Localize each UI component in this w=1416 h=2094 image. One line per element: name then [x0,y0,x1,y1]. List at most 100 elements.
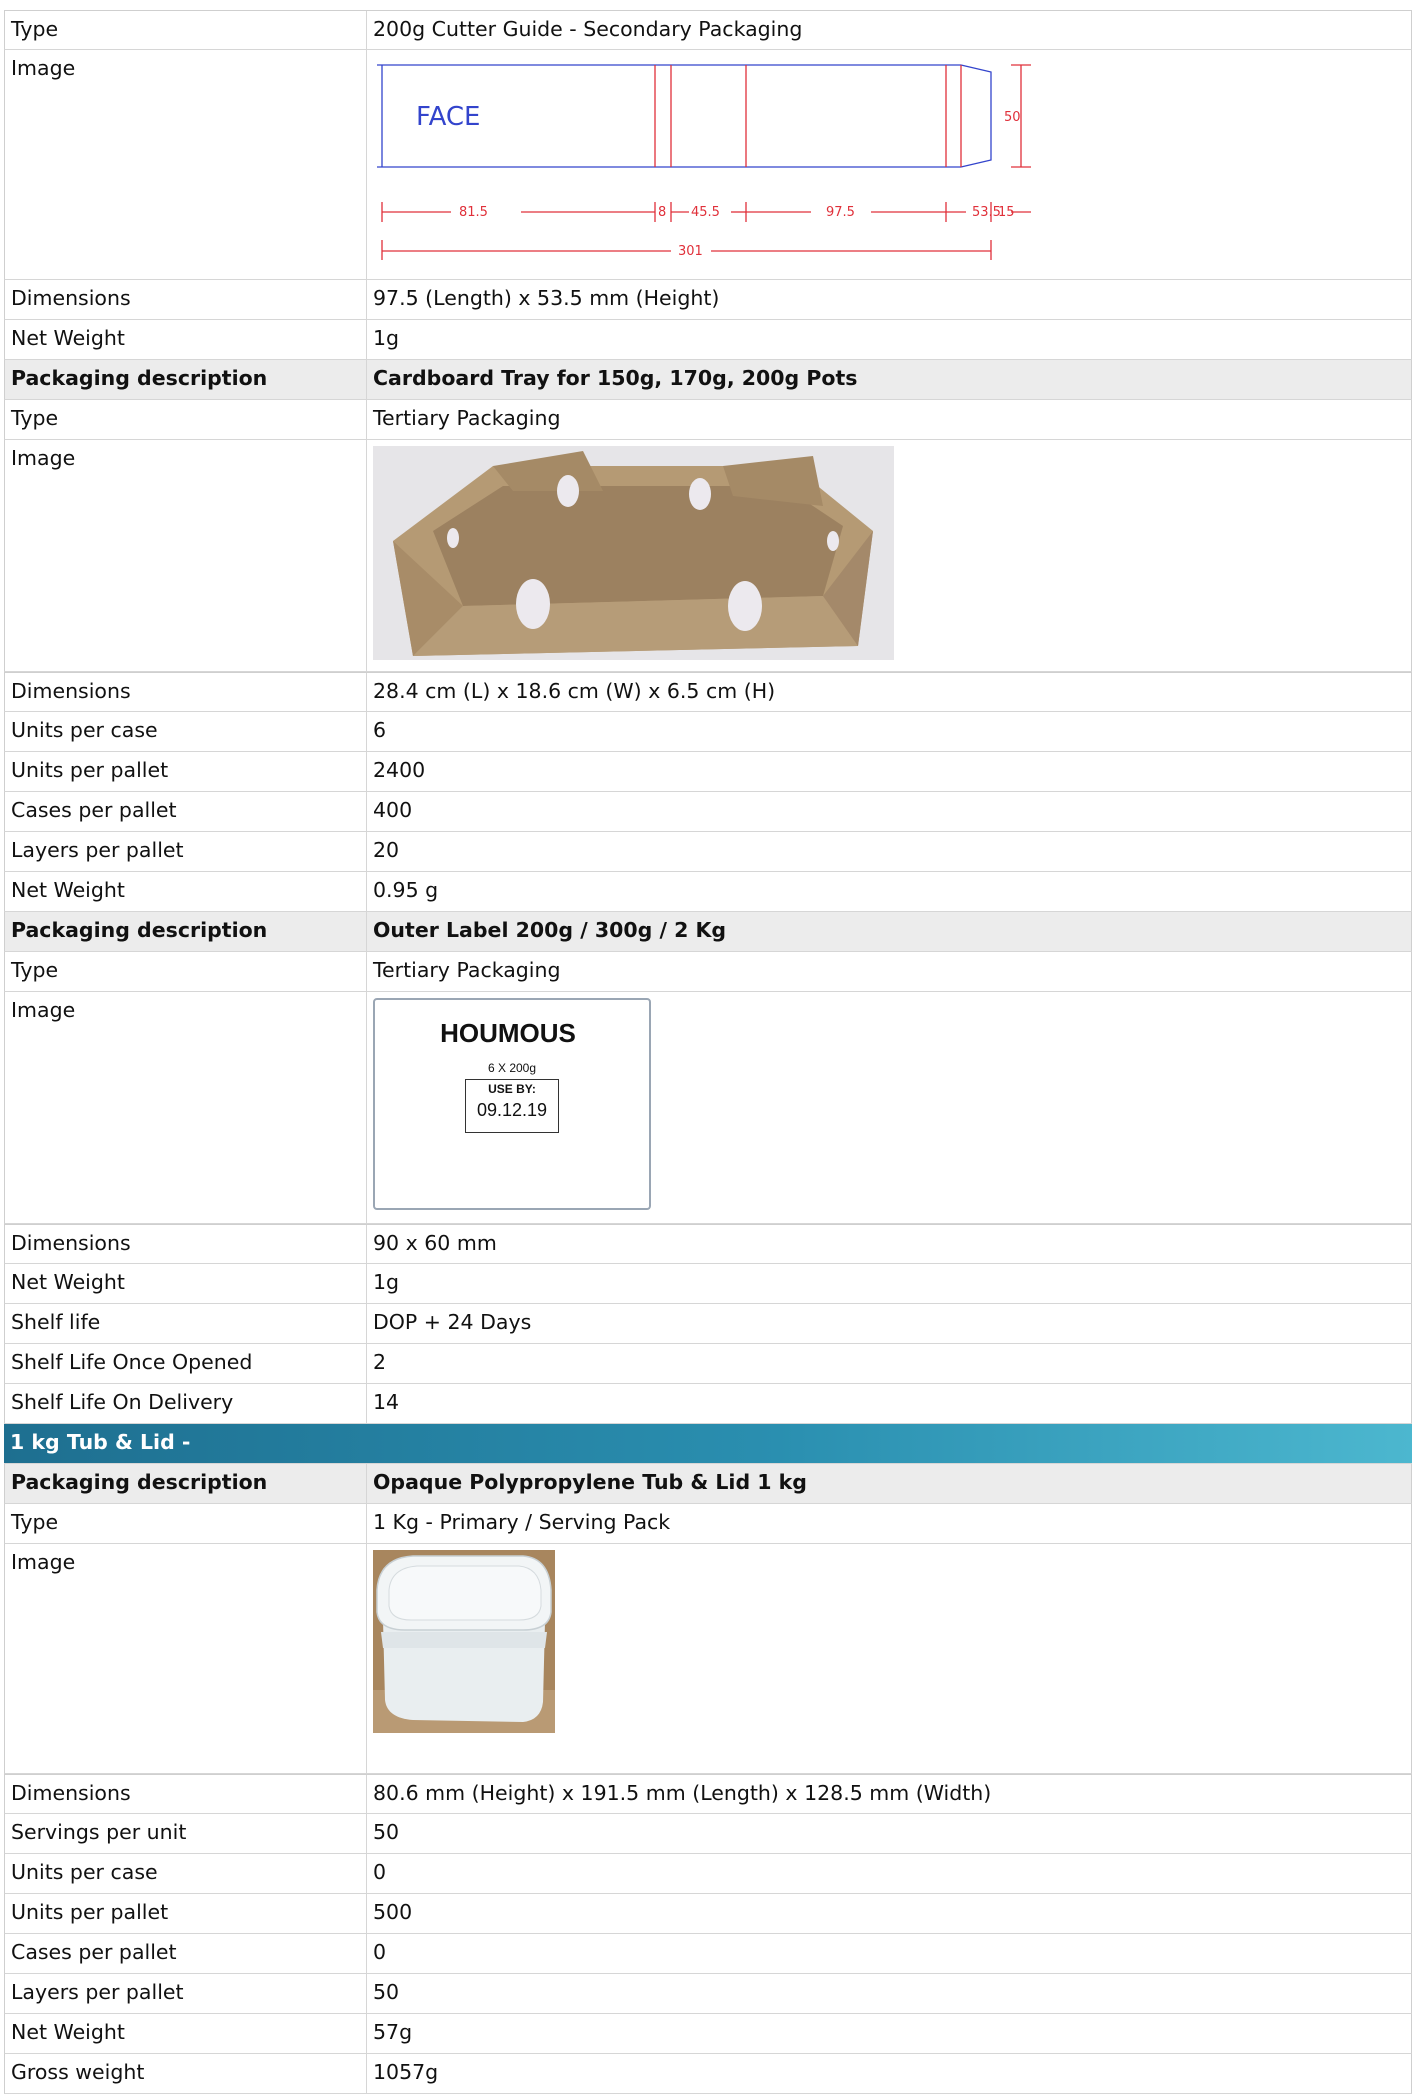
row-value: Tertiary Packaging [373,406,561,430]
row-value: 14 [373,1390,400,1414]
table-row: Layers per pallet 20 [4,832,1412,872]
row-value: 0 [373,1940,387,1964]
row-label: Gross weight [5,2054,367,2093]
table-row: Shelf Life On Delivery 14 [4,1384,1412,1424]
table-row: Net Weight 0.95 g [4,872,1412,912]
row-label: Dimensions [5,673,367,711]
cutter-dim-label: 81.5 [459,205,488,220]
row-label: Shelf Life Once Opened [5,1344,367,1383]
use-by-box: USE BY: 09.12.19 [465,1079,559,1133]
row-label: Shelf Life On Delivery [5,1384,367,1423]
row-label: Units per case [5,712,367,751]
row-value: 97.5 (Length) x 53.5 mm (Height) [373,286,720,310]
table-row: Type Tertiary Packaging [4,400,1412,440]
row-label: Layers per pallet [5,1974,367,2013]
table-row: Dimensions 80.6 mm (Height) x 191.5 mm (L… [4,1774,1412,1814]
table-row: Image HOUMOUS 6 X 200g USE BY: 09.12.19 [4,992,1412,1224]
row-label: Image [5,1544,367,1773]
table-row: Type Tertiary Packaging [4,952,1412,992]
outer-label-image-cell: HOUMOUS 6 X 200g USE BY: 09.12.19 [367,992,1411,1223]
table-row: Image [4,1544,1412,1774]
row-value: 1g [373,326,400,350]
row-value: Opaque Polypropylene Tub & Lid 1 kg [373,1470,807,1494]
table-row: Units per case 0 [4,1854,1412,1894]
row-value: 90 x 60 mm [373,1231,497,1255]
row-label: Dimensions [5,1775,367,1813]
cutter-height-label: 50 [1004,110,1021,125]
tray-details: Dimensions 28.4 cm (L) x 18.6 cm (W) x 6.… [4,672,1412,912]
cutter-guide-diagram: FACE 50 81.5 8 45.5 97.5 53.5 15 301 [377,64,1031,260]
use-by-label: USE BY: [488,1082,536,1096]
row-label: Cases per pallet [5,792,367,831]
table-row: Dimensions 90 x 60 mm [4,1224,1412,1264]
table-row: Net Weight 57g [4,2014,1412,2054]
cardboard-tray-image [373,446,894,660]
row-value: 2 [373,1350,387,1374]
row-value: 20 [373,838,400,862]
section-header: 1 kg Tub & Lid - [4,1424,1412,1464]
row-value: 1 Kg - Primary / Serving Pack [373,1510,671,1534]
cutter-dim-label: 15 [998,205,1015,220]
row-label: Type [5,11,367,49]
tub-image-cell [367,1544,1411,1773]
row-value: DOP + 24 Days [373,1310,532,1334]
row-value: 80.6 mm (Height) x 191.5 mm (Length) x 1… [373,1781,992,1805]
label-count: 6 X 200g [487,1061,537,1075]
row-label: Image [5,992,367,1223]
row-label: Units per case [5,1854,367,1893]
packaging-description-row: Packaging description Cardboard Tray for… [4,360,1412,400]
row-value: 6 [373,718,387,742]
tub-lid-image [373,1550,555,1733]
table-row: Type 1 Kg - Primary / Serving Pack [4,1504,1412,1544]
row-label: Image [5,440,367,671]
table-row: Dimensions 97.5 (Length) x 53.5 mm (Heig… [4,280,1412,320]
row-label: Packaging description [5,360,367,399]
row-value: 200g Cutter Guide - Secondary Packaging [373,17,803,41]
table-row: Gross weight 1057g [4,2054,1412,2094]
row-label: Packaging description [5,912,367,951]
row-label: Type [5,1504,367,1543]
table-row: Cases per pallet 0 [4,1934,1412,1974]
row-label: Dimensions [5,1225,367,1263]
cutter-dim-label: 8 [658,205,666,220]
tray-image-cell [367,440,1411,671]
row-label: Cases per pallet [5,1934,367,1973]
cutter-dim-label: 97.5 [826,205,855,220]
row-value: 2400 [373,758,426,782]
row-label: Net Weight [5,320,367,359]
row-label: Net Weight [5,1264,367,1303]
label-title: HOUMOUS [440,1018,576,1048]
use-by-date: 09.12.19 [476,1100,548,1120]
row-value: 1057g [373,2060,439,2084]
row-label: Shelf life [5,1304,367,1343]
row-label: Units per pallet [5,752,367,791]
row-value: 28.4 cm (L) x 18.6 cm (W) x 6.5 cm (H) [373,679,776,703]
row-label: Image [5,50,367,279]
row-value: Cardboard Tray for 150g, 170g, 200g Pots [373,366,858,390]
row-value: 0 [373,1860,387,1884]
table-row: Image [4,440,1412,672]
row-label: Units per pallet [5,1894,367,1933]
cutter-face-text: FACE [416,102,480,132]
table-row: Type 200g Cutter Guide - Secondary Packa… [4,10,1412,50]
tub-details: Dimensions 80.6 mm (Height) x 191.5 mm (L… [4,1774,1412,2094]
row-value: 1g [373,1270,400,1294]
table-row: Units per case 6 [4,712,1412,752]
row-value: 400 [373,798,413,822]
row-value: 500 [373,1900,413,1924]
row-label: Packaging description [5,1464,367,1503]
row-label: Dimensions [5,280,367,319]
outer-label-details: Dimensions 90 x 60 mm Net Weight 1g Shelf li… [4,1224,1412,1424]
table-row: Shelf Life Once Opened 2 [4,1344,1412,1384]
table-row: Image [4,50,1412,280]
row-value: 57g [373,2020,413,2044]
table-row: Units per pallet 500 [4,1894,1412,1934]
row-value: 50 [373,1980,400,2004]
row-label: Type [5,400,367,439]
table-row: Units per pallet 2400 [4,752,1412,792]
table-row: Net Weight 1g [4,1264,1412,1304]
cutter-dim-label: 53.5 [972,205,1001,220]
row-label: Net Weight [5,872,367,911]
row-label: Type [5,952,367,991]
packaging-spec-table: Type 200g Cutter Guide - Secondary Packa… [4,10,1412,2094]
